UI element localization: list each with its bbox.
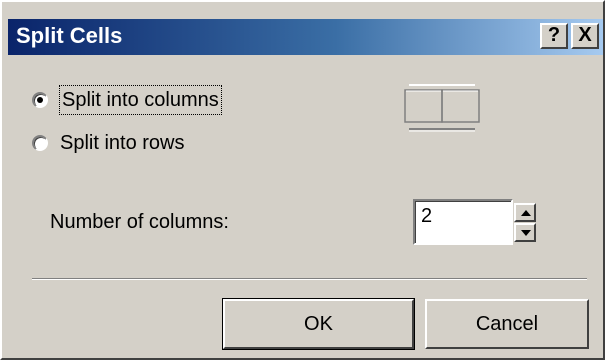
number-of-columns-label: Number of columns:	[50, 211, 229, 233]
split-rows-radio[interactable]	[32, 135, 48, 151]
split-cells-dialog: Split Cells ? X Split into columns Split…	[0, 0, 605, 360]
number-of-columns-input[interactable]: 2	[413, 199, 513, 245]
split-columns-preview-icon	[397, 82, 487, 132]
radio-selected-dot	[37, 97, 43, 103]
split-columns-label: Split into columns	[59, 85, 222, 115]
up-arrow-icon	[521, 210, 531, 216]
separator-line	[32, 278, 587, 280]
cancel-button[interactable]: Cancel	[425, 299, 589, 349]
spin-down-button[interactable]	[514, 223, 536, 242]
down-arrow-icon	[521, 230, 531, 236]
window-title: Split Cells	[16, 23, 123, 48]
split-columns-option[interactable]: Split into columns	[32, 85, 272, 116]
number-of-columns-value: 2	[421, 205, 433, 227]
split-rows-option[interactable]: Split into rows	[32, 129, 232, 159]
ok-button[interactable]: OK	[222, 298, 415, 350]
split-rows-label: Split into rows	[60, 132, 185, 154]
spin-up-button[interactable]	[514, 203, 536, 222]
title-bar[interactable]: Split Cells ? X	[8, 19, 603, 55]
split-columns-radio[interactable]	[32, 92, 48, 108]
close-button[interactable]: X	[571, 23, 599, 49]
help-button[interactable]: ?	[540, 23, 568, 49]
